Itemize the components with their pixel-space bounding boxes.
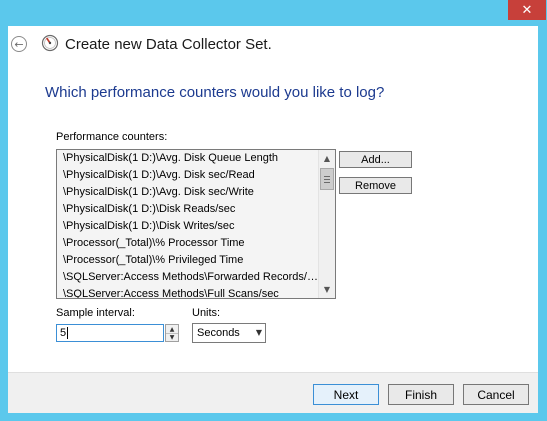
close-icon: ✕ (521, 2, 533, 18)
units-value: Seconds (197, 327, 240, 339)
back-arrow-icon: ← (14, 37, 24, 51)
list-item[interactable]: \PhysicalDisk(1 D:)\Disk Writes/sec (57, 218, 319, 235)
list-item[interactable]: \PhysicalDisk(1 D:)\Avg. Disk sec/Write (57, 184, 319, 201)
remove-counter-button[interactable]: Remove (339, 177, 412, 194)
sample-interval-input[interactable]: 5 (56, 324, 164, 342)
chevron-up-icon[interactable]: ▲ (319, 150, 335, 167)
units-label: Units: (192, 307, 221, 319)
close-button[interactable]: ✕ (508, 0, 546, 20)
spin-down-icon[interactable]: ▼ (166, 333, 178, 341)
window-title: Create new Data Collector Set. (65, 36, 272, 53)
counters-label: Performance counters: (56, 131, 168, 143)
units-select[interactable]: Seconds ▼ (192, 323, 266, 343)
list-item[interactable]: \PhysicalDisk(1 D:)\Avg. Disk sec/Read (57, 167, 319, 184)
finish-button[interactable]: Finish (388, 384, 454, 405)
scroll-thumb[interactable] (320, 168, 334, 190)
list-item[interactable]: \Processor(_Total)\% Processor Time (57, 235, 319, 252)
sample-interval-label: Sample interval: (56, 307, 135, 319)
list-item[interactable]: \SQLServer:Access Methods\Forwarded Reco… (57, 269, 319, 286)
add-counter-button[interactable]: Add... (339, 151, 412, 168)
next-button[interactable]: Next (313, 384, 379, 405)
interval-spinner[interactable]: ▲ ▼ (165, 324, 179, 342)
wizard-window: ✕ ← Create new Data Collector Set. Which… (0, 0, 547, 421)
counters-list: \PhysicalDisk(1 D:)\Avg. Disk Queue Leng… (57, 150, 319, 298)
back-button[interactable]: ← (11, 36, 27, 52)
list-item[interactable]: \PhysicalDisk(1 D:)\Disk Reads/sec (57, 201, 319, 218)
chevron-down-icon[interactable]: ▼ (319, 281, 335, 298)
cancel-button[interactable]: Cancel (463, 384, 529, 405)
wizard-footer: Next Finish Cancel (8, 372, 538, 413)
list-item[interactable]: \PhysicalDisk(1 D:)\Avg. Disk Queue Leng… (57, 150, 319, 167)
page-heading: Which performance counters would you lik… (45, 84, 385, 101)
list-item[interactable]: \SQLServer:Access Methods\Full Scans/sec (57, 286, 319, 298)
performance-gauge-icon (41, 34, 59, 52)
list-scrollbar[interactable]: ▲ ▼ (318, 150, 335, 298)
counters-listbox[interactable]: \PhysicalDisk(1 D:)\Avg. Disk Queue Leng… (56, 149, 336, 299)
list-item[interactable]: \Processor(_Total)\% Privileged Time (57, 252, 319, 269)
chevron-down-icon: ▼ (255, 328, 262, 337)
sample-interval-value: 5 (60, 327, 67, 339)
wizard-content: Which performance counters would you lik… (8, 62, 538, 413)
